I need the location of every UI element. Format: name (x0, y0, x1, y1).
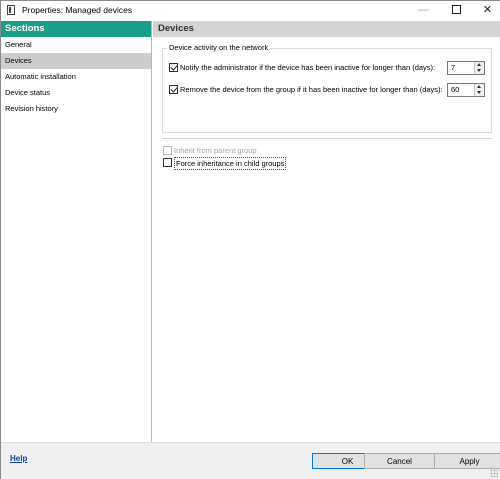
notify-days-stepper[interactable]: 7 (447, 61, 485, 75)
content-pane: Devices Device activity on the network N… (153, 21, 500, 442)
sidebar-item-device-status[interactable]: Device status (1, 85, 151, 101)
sidebar-item-general[interactable]: General (1, 37, 151, 53)
group-title: Device activity on the network (167, 43, 271, 52)
remove-days-stepper[interactable]: 60 (447, 83, 485, 97)
cancel-button[interactable]: Cancel (364, 453, 435, 469)
inherit-checkbox[interactable] (163, 146, 172, 155)
maximize-icon (452, 4, 461, 14)
title-bar[interactable]: Properties: Managed devices — ✕ (1, 1, 500, 20)
notify-checkbox[interactable] (169, 63, 178, 72)
button-bar: Help OK Cancel Apply (1, 442, 500, 479)
sections-pane: Sections General Devices Automatic insta… (1, 21, 152, 442)
maximize-button[interactable] (440, 1, 473, 20)
remove-checkbox[interactable] (169, 85, 178, 94)
remove-row: Remove the device from the group if it h… (169, 83, 487, 97)
resize-grip-icon[interactable] (490, 469, 498, 477)
notify-days-value: 7 (451, 63, 456, 72)
sidebar-item-automatic-installation[interactable]: Automatic installation (1, 69, 151, 85)
force-label: Force inheritance in child groups (174, 157, 287, 170)
close-button[interactable]: ✕ (471, 1, 500, 20)
sidebar-item-revision-history[interactable]: Revision history (1, 101, 151, 117)
remove-label: Remove the device from the group if it h… (180, 85, 443, 94)
properties-window: Properties: Managed devices — ✕ Sections… (0, 0, 500, 479)
spin-down-icon[interactable] (474, 68, 484, 74)
minimize-button[interactable]: — (407, 1, 440, 20)
sidebar-item-devices[interactable]: Devices (1, 53, 151, 69)
minimize-icon: — (418, 4, 429, 16)
window-title: Properties: Managed devices (22, 5, 133, 15)
notify-row: Notify the administrator if the device h… (169, 61, 487, 75)
remove-days-value: 60 (451, 85, 460, 94)
notify-label: Notify the administrator if the device h… (180, 63, 436, 72)
divider (162, 138, 492, 139)
sections-header: Sections (1, 21, 151, 37)
device-activity-group: Device activity on the network Notify th… (162, 43, 492, 133)
close-icon: ✕ (482, 4, 493, 16)
app-icon (7, 5, 15, 15)
spin-down-icon[interactable] (474, 90, 484, 96)
force-checkbox[interactable] (163, 158, 172, 167)
apply-button[interactable]: Apply (434, 453, 500, 469)
page-title: Devices (153, 21, 500, 37)
force-row: Force inheritance in child groups (163, 156, 363, 170)
help-link[interactable]: Help (10, 454, 27, 463)
